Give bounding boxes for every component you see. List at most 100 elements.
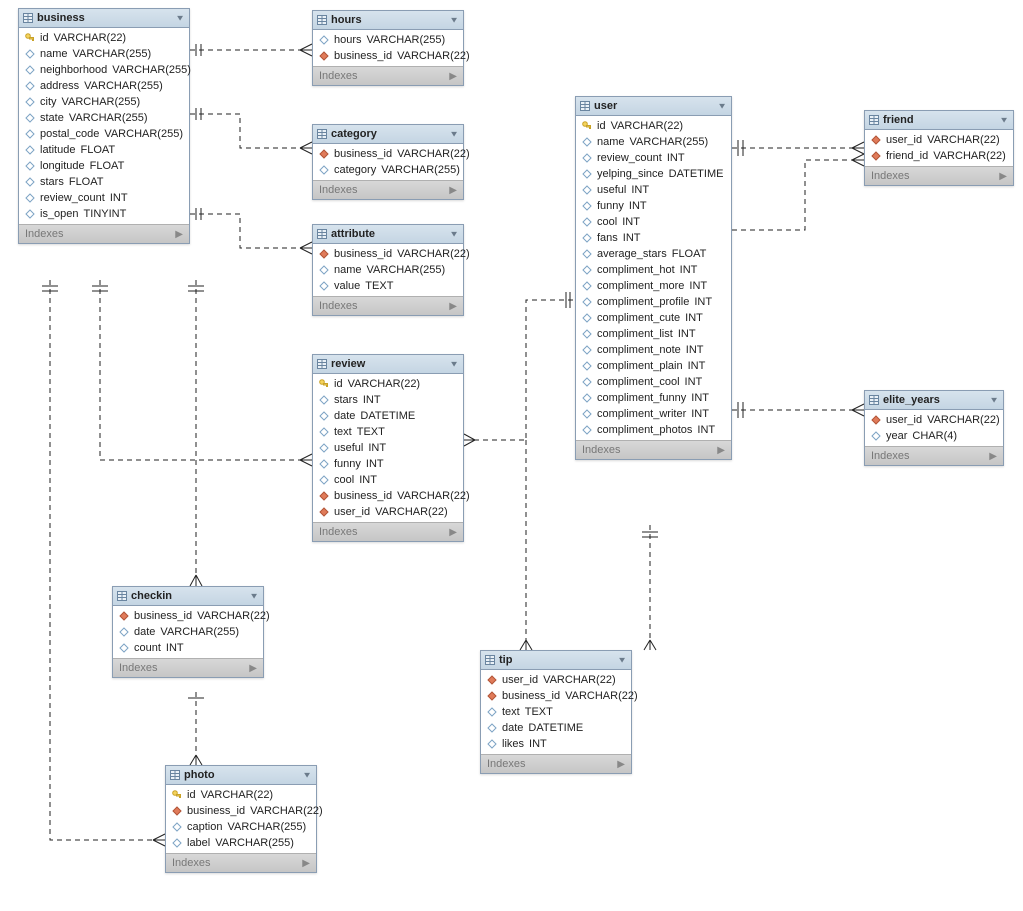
- entity-header[interactable]: checkin▼: [113, 587, 263, 606]
- indexes-row[interactable]: Indexes▶: [313, 180, 463, 199]
- column-row[interactable]: user_id VARCHAR(22): [313, 504, 463, 520]
- indexes-row[interactable]: Indexes▶: [576, 440, 731, 459]
- column-row[interactable]: business_id VARCHAR(22): [313, 246, 463, 262]
- entity-user[interactable]: user▼ id VARCHAR(22)name VARCHAR(255)revi…: [575, 96, 732, 460]
- entity-header[interactable]: user▼: [576, 97, 731, 116]
- column-row[interactable]: useful INT: [576, 182, 731, 198]
- entity-header[interactable]: elite_years▼: [865, 391, 1003, 410]
- column-row[interactable]: user_id VARCHAR(22): [865, 412, 1003, 428]
- column-row[interactable]: review_count INT: [576, 150, 731, 166]
- collapse-icon[interactable]: ▼: [249, 592, 259, 601]
- entity-header[interactable]: category▼: [313, 125, 463, 144]
- column-row[interactable]: friend_id VARCHAR(22): [865, 148, 1013, 164]
- entity-header[interactable]: business▼: [19, 9, 189, 28]
- column-row[interactable]: funny INT: [313, 456, 463, 472]
- indexes-row[interactable]: Indexes▶: [313, 522, 463, 541]
- entity-tip[interactable]: tip▼ user_id VARCHAR(22)business_id VARCH…: [480, 650, 632, 774]
- indexes-row[interactable]: Indexes▶: [113, 658, 263, 677]
- entity-photo[interactable]: photo▼ id VARCHAR(22)business_id VARCHAR(…: [165, 765, 317, 873]
- collapse-icon[interactable]: ▼: [617, 656, 627, 665]
- column-row[interactable]: name VARCHAR(255): [313, 262, 463, 278]
- column-row[interactable]: business_id VARCHAR(22): [113, 608, 263, 624]
- column-row[interactable]: likes INT: [481, 736, 631, 752]
- indexes-row[interactable]: Indexes▶: [481, 754, 631, 773]
- column-row[interactable]: business_id VARCHAR(22): [166, 803, 316, 819]
- column-row[interactable]: name VARCHAR(255): [576, 134, 731, 150]
- column-row[interactable]: compliment_more INT: [576, 278, 731, 294]
- column-row[interactable]: stars FLOAT: [19, 174, 189, 190]
- column-row[interactable]: text TEXT: [481, 704, 631, 720]
- column-row[interactable]: compliment_list INT: [576, 326, 731, 342]
- column-row[interactable]: name VARCHAR(255): [19, 46, 189, 62]
- column-row[interactable]: business_id VARCHAR(22): [313, 146, 463, 162]
- collapse-icon[interactable]: ▼: [449, 16, 459, 25]
- column-row[interactable]: cool INT: [576, 214, 731, 230]
- indexes-row[interactable]: Indexes▶: [313, 296, 463, 315]
- column-row[interactable]: compliment_plain INT: [576, 358, 731, 374]
- column-row[interactable]: compliment_cool INT: [576, 374, 731, 390]
- column-row[interactable]: id VARCHAR(22): [166, 787, 316, 803]
- column-row[interactable]: business_id VARCHAR(22): [313, 48, 463, 64]
- column-row[interactable]: compliment_photos INT: [576, 422, 731, 438]
- entity-header[interactable]: tip▼: [481, 651, 631, 670]
- column-row[interactable]: count INT: [113, 640, 263, 656]
- column-row[interactable]: id VARCHAR(22): [313, 376, 463, 392]
- collapse-icon[interactable]: ▼: [999, 116, 1009, 125]
- column-row[interactable]: review_count INT: [19, 190, 189, 206]
- column-row[interactable]: cool INT: [313, 472, 463, 488]
- indexes-row[interactable]: Indexes▶: [313, 66, 463, 85]
- column-row[interactable]: date DATETIME: [481, 720, 631, 736]
- entity-header[interactable]: photo▼: [166, 766, 316, 785]
- entity-attribute[interactable]: attribute▼ business_id VARCHAR(22)name VA…: [312, 224, 464, 316]
- collapse-icon[interactable]: ▼: [449, 130, 459, 139]
- entity-business[interactable]: business▼ id VARCHAR(22)name VARCHAR(255)…: [18, 8, 190, 244]
- column-row[interactable]: compliment_hot INT: [576, 262, 731, 278]
- column-row[interactable]: longitude FLOAT: [19, 158, 189, 174]
- entity-friend[interactable]: friend▼ user_id VARCHAR(22)friend_id VARC…: [864, 110, 1014, 186]
- collapse-icon[interactable]: ▼: [717, 102, 727, 111]
- column-row[interactable]: year CHAR(4): [865, 428, 1003, 444]
- entity-header[interactable]: friend▼: [865, 111, 1013, 130]
- column-row[interactable]: compliment_writer INT: [576, 406, 731, 422]
- column-row[interactable]: is_open TINYINT: [19, 206, 189, 222]
- column-row[interactable]: compliment_funny INT: [576, 390, 731, 406]
- column-row[interactable]: user_id VARCHAR(22): [481, 672, 631, 688]
- collapse-icon[interactable]: ▼: [989, 396, 999, 405]
- collapse-icon[interactable]: ▼: [302, 771, 312, 780]
- entity-header[interactable]: review▼: [313, 355, 463, 374]
- indexes-row[interactable]: Indexes▶: [166, 853, 316, 872]
- column-row[interactable]: fans INT: [576, 230, 731, 246]
- entity-category[interactable]: category▼ business_id VARCHAR(22)category…: [312, 124, 464, 200]
- entity-hours[interactable]: hours▼hours VARCHAR(255)business_id VARC…: [312, 10, 464, 86]
- column-row[interactable]: hours VARCHAR(255): [313, 32, 463, 48]
- entity-review[interactable]: review▼ id VARCHAR(22)stars INTdate DATET…: [312, 354, 464, 542]
- column-row[interactable]: stars INT: [313, 392, 463, 408]
- column-row[interactable]: business_id VARCHAR(22): [313, 488, 463, 504]
- column-row[interactable]: useful INT: [313, 440, 463, 456]
- collapse-icon[interactable]: ▼: [449, 230, 459, 239]
- column-row[interactable]: id VARCHAR(22): [19, 30, 189, 46]
- indexes-row[interactable]: Indexes▶: [865, 446, 1003, 465]
- column-row[interactable]: state VARCHAR(255): [19, 110, 189, 126]
- indexes-row[interactable]: Indexes▶: [19, 224, 189, 243]
- column-row[interactable]: compliment_profile INT: [576, 294, 731, 310]
- column-row[interactable]: date DATETIME: [313, 408, 463, 424]
- column-row[interactable]: compliment_note INT: [576, 342, 731, 358]
- column-row[interactable]: yelping_since DATETIME: [576, 166, 731, 182]
- column-row[interactable]: id VARCHAR(22): [576, 118, 731, 134]
- column-row[interactable]: funny INT: [576, 198, 731, 214]
- column-row[interactable]: value TEXT: [313, 278, 463, 294]
- indexes-row[interactable]: Indexes▶: [865, 166, 1013, 185]
- column-row[interactable]: label VARCHAR(255): [166, 835, 316, 851]
- column-row[interactable]: text TEXT: [313, 424, 463, 440]
- column-row[interactable]: business_id VARCHAR(22): [481, 688, 631, 704]
- column-row[interactable]: caption VARCHAR(255): [166, 819, 316, 835]
- column-row[interactable]: category VARCHAR(255): [313, 162, 463, 178]
- column-row[interactable]: postal_code VARCHAR(255): [19, 126, 189, 142]
- entity-header[interactable]: attribute▼: [313, 225, 463, 244]
- column-row[interactable]: user_id VARCHAR(22): [865, 132, 1013, 148]
- column-row[interactable]: compliment_cute INT: [576, 310, 731, 326]
- column-row[interactable]: latitude FLOAT: [19, 142, 189, 158]
- column-row[interactable]: address VARCHAR(255): [19, 78, 189, 94]
- collapse-icon[interactable]: ▼: [175, 14, 185, 23]
